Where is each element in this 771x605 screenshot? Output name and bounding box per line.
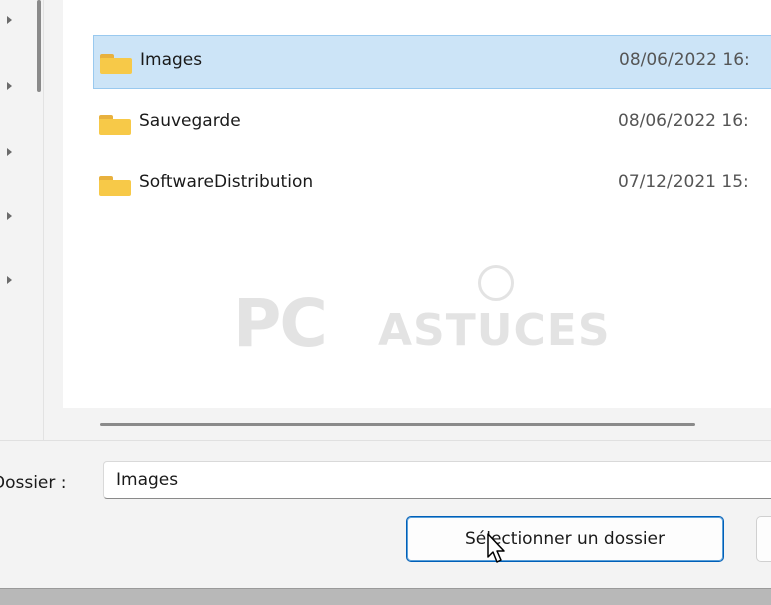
horizontal-scrollbar-thumb[interactable]: [100, 423, 695, 426]
item-name: Sauvegarde: [139, 111, 241, 131]
item-date: 07/12/2021 15:: [618, 172, 749, 192]
cancel-button[interactable]: [756, 516, 771, 562]
navigation-pane-scrollbar[interactable]: [37, 0, 41, 92]
chevron-right-icon[interactable]: [7, 16, 12, 24]
list-item[interactable]: Images 08/06/2022 16:: [93, 35, 771, 89]
pc-astuces-watermark: PC ASTUCES: [233, 255, 663, 375]
item-date: 08/06/2022 16:: [619, 50, 750, 70]
watermark-astuces-text: ASTUCES: [378, 305, 611, 356]
item-name: SoftwareDistribution: [139, 172, 314, 192]
item-name: Images: [140, 50, 203, 70]
horizontal-scrollbar[interactable]: [63, 408, 771, 440]
mouse-pointer-icon: [487, 533, 505, 563]
chevron-right-icon[interactable]: [7, 212, 12, 220]
list-item[interactable]: Sauvegarde 08/06/2022 16:: [93, 97, 771, 151]
select-folder-button[interactable]: Sélectionner un dossier: [406, 516, 724, 562]
dialog-footer: Dossier : Sélectionner un dossier: [0, 440, 771, 589]
folder-icon: [99, 115, 131, 135]
folder-icon: [100, 54, 132, 74]
folder-icon: [99, 176, 131, 196]
window-bottom-edge: [0, 588, 771, 605]
item-date: 08/06/2022 16:: [618, 111, 749, 131]
list-item[interactable]: SoftwareDistribution 07/12/2021 15:: [93, 158, 771, 212]
navigation-pane[interactable]: [0, 0, 44, 440]
watermark-pc-text: PC: [233, 285, 328, 362]
chevron-right-icon[interactable]: [7, 276, 12, 284]
chevron-right-icon[interactable]: [7, 82, 12, 90]
folder-name-input[interactable]: [103, 461, 771, 499]
chevron-right-icon[interactable]: [7, 148, 12, 156]
folder-field-label: Dossier :: [0, 473, 67, 493]
sun-logo-icon: [478, 265, 514, 301]
folder-picker-dialog: Images 08/06/2022 16: Sauvegarde 08/06/2…: [0, 0, 771, 605]
file-list: Images 08/06/2022 16: Sauvegarde 08/06/2…: [63, 0, 771, 408]
